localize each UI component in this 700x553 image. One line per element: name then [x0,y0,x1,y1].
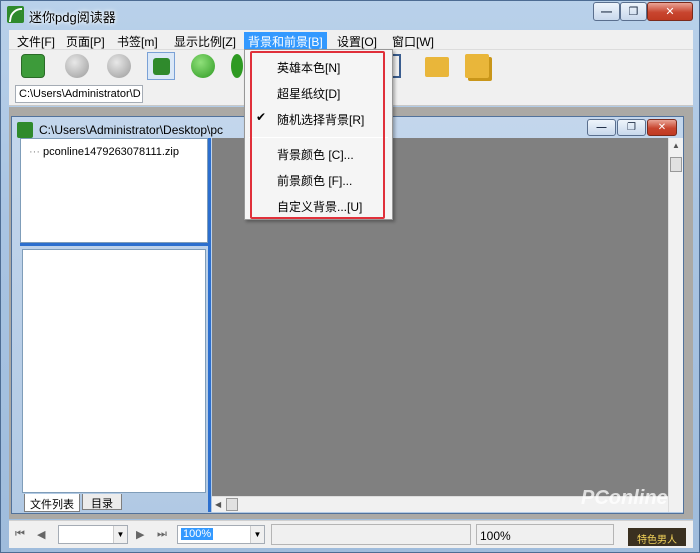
menu-background-foreground[interactable]: 背景和前景[B] [244,32,327,49]
app-window: 迷你pdg阅读器 — ❐ ✕ 文件[F] 页面[P] 书签[m] 显示比例[Z]… [0,0,700,553]
child-close-button[interactable]: ✕ [647,119,677,136]
menu-item-background-color[interactable]: 背景颜色 [C]... [247,142,390,164]
checkmark-icon: ✔ [256,110,267,124]
horizontal-scroll-thumb[interactable] [226,498,238,511]
app-icon [7,6,24,23]
sidebar-toggle-icon[interactable] [147,52,175,80]
menu-settings[interactable]: 设置[O] [333,32,381,49]
partial-toolbar-icon[interactable] [231,54,243,78]
menu-page[interactable]: 页面[P] [62,32,109,49]
zoom-value: 100% [181,528,214,540]
background-menu-dropdown: 英雄本色[N] 超星纸纹[D] ✔ 随机选择背景[R] 背景颜色 [C]... 前… [244,49,393,220]
menu-item-foreground-color[interactable]: 前景颜色 [F]... [247,168,390,190]
vertical-scrollbar[interactable]: ▲ [668,138,683,512]
chevron-down-icon[interactable]: ▼ [113,526,127,543]
maximize-button[interactable]: ❐ [620,2,647,21]
menu-bar: 文件[F] 页面[P] 书签[m] 显示比例[Z] 背景和前景[B] 设置[O]… [9,30,693,50]
child-minimize-button[interactable]: — [587,119,616,136]
child-maximize-button[interactable]: ❐ [617,119,646,136]
close-document-icon[interactable] [191,54,215,78]
forward-arrow-icon[interactable] [107,54,131,78]
menu-window[interactable]: 窗口[W] [388,32,438,49]
menu-separator [249,137,388,138]
stamp-logo: 特色男人 [628,528,686,546]
title-bar[interactable]: 迷你pdg阅读器 — ❐ ✕ [1,1,699,29]
menu-file[interactable]: 文件[F] [13,32,59,49]
status-panel [271,524,471,545]
horizontal-splitter[interactable] [20,243,208,246]
folders-icon[interactable] [465,54,489,78]
first-page-icon[interactable]: ⏮ [15,528,25,541]
page-select[interactable]: ▼ [58,525,128,544]
tree-connector: ··· [29,146,40,158]
status-zoom: 100% [476,524,614,545]
scroll-up-icon[interactable]: ▲ [672,141,680,150]
minimize-button[interactable]: — [593,2,620,21]
menu-item-chaoxing-paper[interactable]: 超星纸纹[D] [247,81,390,103]
zoom-select[interactable]: 100% ▼ [177,525,265,544]
menu-item-random-background[interactable]: ✔ 随机选择背景[R] [247,107,390,129]
tree-item[interactable]: ··· pconline1479263078111.zip [29,146,179,158]
status-bar: ⏮ ◀ ▼ ▶ ⏭ 100% ▼ 100% [9,520,693,548]
window-title: 迷你pdg阅读器 [29,10,116,25]
close-button[interactable]: ✕ [647,2,693,21]
file-list-pane [22,249,206,493]
watermark-logo: PConline [581,487,668,509]
back-arrow-icon[interactable] [65,54,89,78]
tab-toc[interactable]: 目录 [82,494,122,510]
file-tree-pane: ··· pconline1479263078111.zip [20,138,208,243]
vertical-scroll-thumb[interactable] [670,157,682,172]
prev-page-icon[interactable]: ◀ [37,528,45,541]
path-input[interactable]: C:\Users\Administrator\D [15,85,143,103]
scroll-left-icon[interactable]: ◀ [215,500,221,509]
last-page-icon[interactable]: ⏭ [157,528,167,541]
open-folder-icon[interactable] [21,54,45,78]
tab-file-list[interactable]: 文件列表 [24,494,80,512]
next-page-icon[interactable]: ▶ [136,528,144,541]
vertical-splitter[interactable] [208,138,211,512]
menu-item-custom-background[interactable]: 自定义背景...[U] [247,194,390,216]
menu-item-hero[interactable]: 英雄本色[N] [247,55,390,77]
document-icon [17,122,33,138]
menu-zoom[interactable]: 显示比例[Z] [170,32,240,49]
document-title: C:\Users\Administrator\Desktop\pc [39,123,224,137]
menu-bookmark[interactable]: 书签[m] [113,32,162,49]
tree-item-label: pconline1479263078111.zip [43,146,179,158]
chevron-down-icon[interactable]: ▼ [250,526,264,543]
folder-icon[interactable] [425,57,449,77]
